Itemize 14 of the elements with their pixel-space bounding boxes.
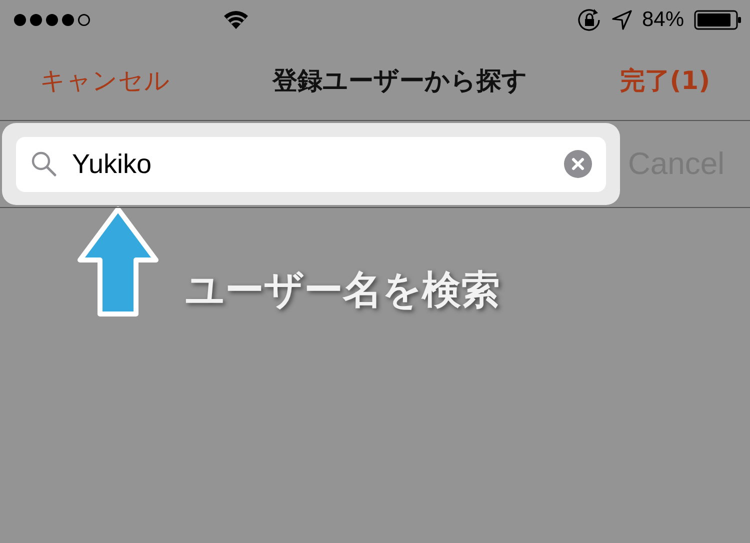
annotation-label: ユーザー名を検索: [185, 267, 500, 315]
done-button[interactable]: 完了(1): [620, 64, 710, 96]
screen-title: 登録ユーザーから探す: [272, 64, 528, 96]
search-field[interactable]: Yukiko: [16, 136, 606, 192]
wifi-icon: [223, 10, 249, 30]
up-arrow-icon: [76, 206, 160, 318]
rotation-lock-icon: [578, 9, 602, 31]
cancel-button[interactable]: キャンセル: [40, 64, 170, 96]
search-icon: [30, 150, 58, 178]
battery-percentage: 84%: [642, 8, 684, 32]
search-text: Yukiko: [72, 148, 153, 180]
clear-icon[interactable]: [564, 150, 592, 178]
battery-icon: [694, 10, 742, 30]
location-arrow-icon: [612, 10, 632, 30]
